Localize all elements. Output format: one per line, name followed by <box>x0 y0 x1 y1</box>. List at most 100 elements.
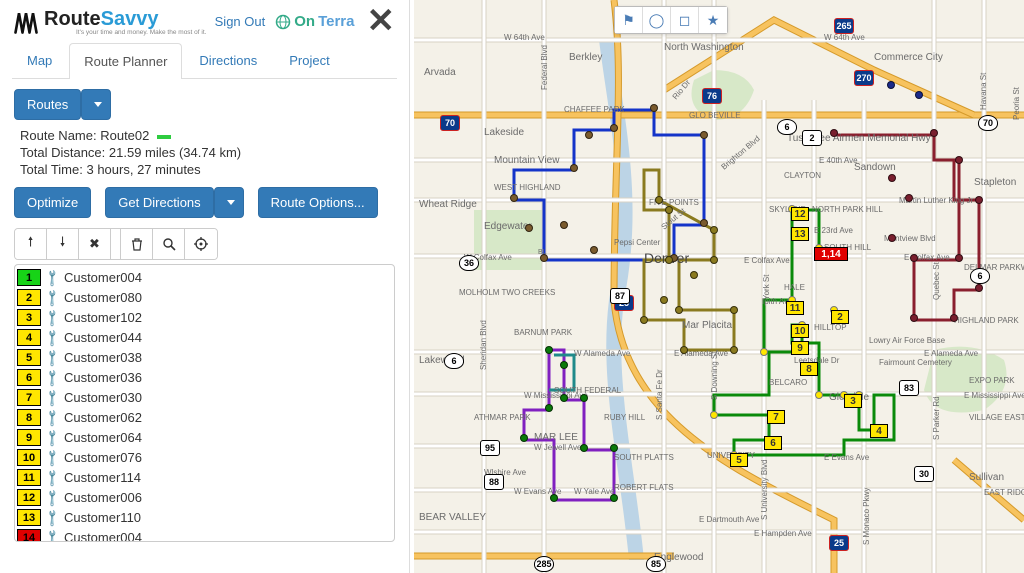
route-stop-dot[interactable] <box>730 346 738 354</box>
route-stop-dot[interactable] <box>610 444 618 452</box>
tab-project[interactable]: Project <box>274 42 344 78</box>
stop-row[interactable]: 8🔧Customer062 <box>17 408 392 427</box>
route-stop-dot[interactable] <box>950 314 958 322</box>
routes-caret[interactable] <box>81 89 111 120</box>
route-stop-dot[interactable] <box>905 194 913 202</box>
route-stop-dot[interactable] <box>815 391 823 399</box>
route-stop-dot[interactable] <box>545 346 553 354</box>
route-stop-dot[interactable] <box>888 234 896 242</box>
tab-map[interactable]: Map <box>12 42 67 78</box>
route-stop-dot[interactable] <box>700 131 708 139</box>
stop-row[interactable]: 7🔧Customer030 <box>17 388 392 407</box>
route-stop-dot[interactable] <box>930 129 938 137</box>
circle-tool[interactable]: ◯ <box>643 7 671 33</box>
stop-row[interactable]: 12🔧Customer006 <box>17 488 392 507</box>
route-stop-dot[interactable] <box>910 254 918 262</box>
route-stop-dot[interactable] <box>510 194 518 202</box>
stops-list[interactable]: 1🔧Customer0042🔧Customer0803🔧Customer1024… <box>14 264 395 542</box>
stop-row[interactable]: 2🔧Customer080 <box>17 288 392 307</box>
route-stop-dot[interactable] <box>585 131 593 139</box>
route-stop-dot[interactable] <box>650 104 658 112</box>
star-tool[interactable]: ★ <box>699 7 727 33</box>
map-stop-badge[interactable]: 8 <box>800 362 818 376</box>
route-stop-dot[interactable] <box>560 221 568 229</box>
stop-row[interactable]: 3🔧Customer102 <box>17 308 392 327</box>
delete-button[interactable] <box>121 229 153 259</box>
route-stop-dot[interactable] <box>660 296 668 304</box>
route-stop-dot[interactable] <box>710 411 718 419</box>
tab-directions[interactable]: Directions <box>184 42 272 78</box>
map-stop-badge[interactable]: 7 <box>767 410 785 424</box>
route-stop-dot[interactable] <box>975 284 983 292</box>
route-stop-dot[interactable] <box>887 81 895 89</box>
map-stop-badge[interactable]: 12 <box>791 207 809 221</box>
route-stop-dot[interactable] <box>690 271 698 279</box>
zoom-button[interactable] <box>153 229 185 259</box>
stop-row[interactable]: 4🔧Customer044 <box>17 328 392 347</box>
route-stop-dot[interactable] <box>560 361 568 369</box>
route-stop-dot[interactable] <box>955 254 963 262</box>
remove-stop-button[interactable]: ✖ <box>79 229 111 259</box>
route-stop-dot[interactable] <box>975 196 983 204</box>
route-stop-dot[interactable] <box>710 256 718 264</box>
stop-row[interactable]: 1🔧Customer004 <box>17 268 392 287</box>
route-stop-dot[interactable] <box>580 444 588 452</box>
route-stop-dot[interactable] <box>680 346 688 354</box>
tab-route-planner[interactable]: Route Planner <box>69 43 182 79</box>
route-stop-dot[interactable] <box>675 306 683 314</box>
map-stop-badge[interactable]: 6 <box>764 436 782 450</box>
optimize-button[interactable]: Optimize <box>14 187 91 218</box>
route-stop-dot[interactable] <box>665 206 673 214</box>
move-up-button[interactable]: 🠕 <box>15 229 47 259</box>
move-down-button[interactable]: 🠗 <box>47 229 79 259</box>
stop-row[interactable]: 9🔧Customer064 <box>17 428 392 447</box>
route-stop-dot[interactable] <box>710 226 718 234</box>
route-stop-dot[interactable] <box>955 156 963 164</box>
get-directions-caret[interactable] <box>214 187 244 218</box>
map-stop-badge[interactable]: 4 <box>870 424 888 438</box>
route-stop-dot[interactable] <box>910 314 918 322</box>
map-stop-badge[interactable]: 5 <box>730 453 748 467</box>
map-stop-badge[interactable]: 1,14 <box>814 247 848 261</box>
stop-row[interactable]: 5🔧Customer038 <box>17 348 392 367</box>
map-canvas[interactable]: Denver Arvada Berkley North Washington C… <box>414 0 1024 573</box>
route-stop-dot[interactable] <box>545 404 553 412</box>
route-stop-dot[interactable] <box>730 306 738 314</box>
route-stop-dot[interactable] <box>520 434 528 442</box>
route-stop-dot[interactable] <box>610 494 618 502</box>
flag-tool[interactable]: ⚑ <box>615 7 643 33</box>
route-stop-dot[interactable] <box>655 196 663 204</box>
stop-row[interactable]: 14🔧Customer004 <box>17 528 392 542</box>
square-tool[interactable]: ◻ <box>671 7 699 33</box>
route-stop-dot[interactable] <box>540 254 548 262</box>
map-stop-badge[interactable]: 3 <box>844 394 862 408</box>
route-stop-dot[interactable] <box>888 174 896 182</box>
route-stop-dot[interactable] <box>525 224 533 232</box>
route-stop-dot[interactable] <box>560 394 568 402</box>
stop-row[interactable]: 11🔧Customer114 <box>17 468 392 487</box>
target-button[interactable] <box>185 229 217 259</box>
route-stop-dot[interactable] <box>700 219 708 227</box>
route-stop-dot[interactable] <box>830 129 838 137</box>
map-stop-badge[interactable]: 10 <box>791 324 809 338</box>
route-stop-dot[interactable] <box>640 316 648 324</box>
route-stop-dot[interactable] <box>665 256 673 264</box>
stop-row[interactable]: 6🔧Customer036 <box>17 368 392 387</box>
route-options-button[interactable]: Route Options... <box>258 187 378 218</box>
stop-row[interactable]: 13🔧Customer110 <box>17 508 392 527</box>
route-stop-dot[interactable] <box>590 246 598 254</box>
route-stop-dot[interactable] <box>580 394 588 402</box>
route-stop-dot[interactable] <box>570 164 578 172</box>
route-stop-dot[interactable] <box>610 124 618 132</box>
get-directions-dropdown[interactable]: Get Directions <box>105 187 243 218</box>
routes-dropdown[interactable]: Routes <box>14 89 111 120</box>
map-stop-badge[interactable]: 2 <box>831 310 849 324</box>
close-panel-button[interactable]: ✕ <box>365 10 398 34</box>
stop-row[interactable]: 10🔧Customer076 <box>17 448 392 467</box>
route-stop-dot[interactable] <box>915 91 923 99</box>
map-stop-badge[interactable]: 9 <box>791 341 809 355</box>
route-stop-dot[interactable] <box>550 494 558 502</box>
map-stop-badge[interactable]: 11 <box>786 301 804 315</box>
map-stop-badge[interactable]: 13 <box>791 227 809 241</box>
route-stop-dot[interactable] <box>760 348 768 356</box>
